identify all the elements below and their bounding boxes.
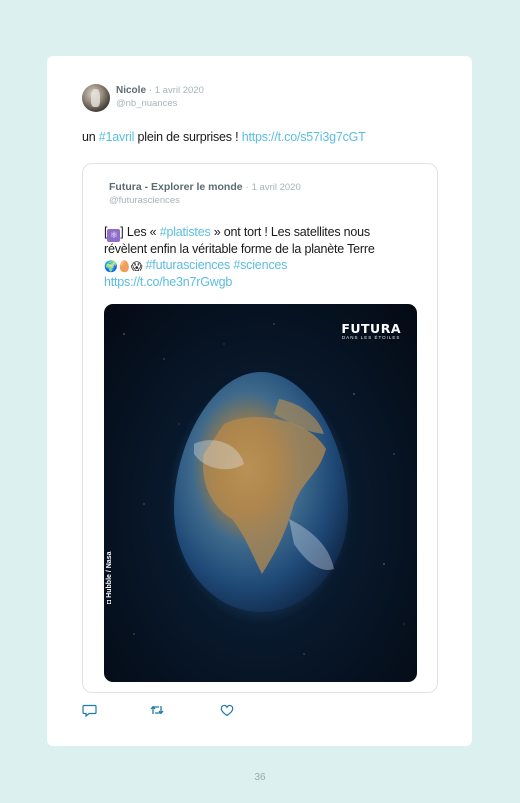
tweet-actions [82, 702, 282, 718]
quoted-author: Futura - Explorer le monde · 1 avril 202… [109, 181, 301, 207]
retweet-icon[interactable] [149, 702, 165, 718]
hashtag-link[interactable]: #platistes [160, 225, 211, 239]
earth-emoji: 🌍 [104, 260, 118, 273]
hashtag-link[interactable]: #sciences [230, 258, 287, 272]
hashtag-link[interactable]: #futurasciences [142, 258, 231, 272]
reply-icon[interactable] [82, 702, 98, 718]
quoted-text-part: » ont tort ! Les satellites nous [210, 225, 370, 239]
quoted-text-part: Les « [123, 225, 160, 239]
egg-emoji: 🥚 [117, 260, 132, 273]
brand-subtitle: DANS LES ÉTOILES [341, 335, 401, 340]
tweet-card: Nicole · 1 avril 2020 @nb_nuances un #1a… [47, 56, 472, 746]
author-name[interactable]: Nicole [116, 85, 146, 96]
quoted-author-name[interactable]: Futura - Explorer le monde [109, 181, 243, 193]
brand-name: FUTURA [341, 321, 401, 336]
quoted-tweet[interactable]: Futura - Explorer le monde · 1 avril 202… [82, 163, 438, 693]
tweet-text-part: plein de surprises ! [134, 130, 242, 144]
heart-icon[interactable] [219, 702, 235, 718]
starfield [123, 323, 405, 655]
quoted-text: [⚛] Les « #platistes » ont tort ! Les sa… [104, 225, 422, 291]
page-number: 36 [254, 772, 266, 783]
quoted-image[interactable]: FUTURA DANS LES ÉTOILES ◘ Hubble / Nasa [104, 304, 417, 682]
photo-credit-text: Hubble / Nasa [106, 551, 113, 598]
photo-credit: ◘ Hubble / Nasa [106, 552, 113, 604]
hashtag-link[interactable]: #1avril [99, 130, 135, 144]
quoted-author-handle[interactable]: @futurasciences [109, 194, 301, 207]
tweet-author: Nicole · 1 avril 2020 @nb_nuances [82, 84, 204, 112]
quoted-date[interactable]: 1 avril 2020 [252, 182, 301, 193]
avatar[interactable] [82, 84, 110, 112]
brand-logo: FUTURA DANS LES ÉTOILES [341, 322, 401, 341]
author-handle[interactable]: @nb_nuances [116, 97, 204, 110]
atom-emoji: ⚛ [107, 229, 121, 242]
camera-icon: ◘ [106, 597, 113, 604]
url-link[interactable]: https://t.co/he3n7rGwgb [104, 275, 232, 289]
separator: · [148, 85, 152, 96]
quoted-text-line: révèlent enfin la véritable forme de la … [104, 242, 375, 256]
url-link[interactable]: https://t.co/s57i3g7cGT [242, 130, 366, 144]
tweet-text: un #1avril plein de surprises ! https://… [82, 130, 366, 144]
tweet-date[interactable]: 1 avril 2020 [155, 85, 204, 96]
separator: · [245, 182, 249, 193]
scream-emoji: 😱 [131, 260, 143, 273]
tweet-text-part: un [82, 130, 99, 144]
